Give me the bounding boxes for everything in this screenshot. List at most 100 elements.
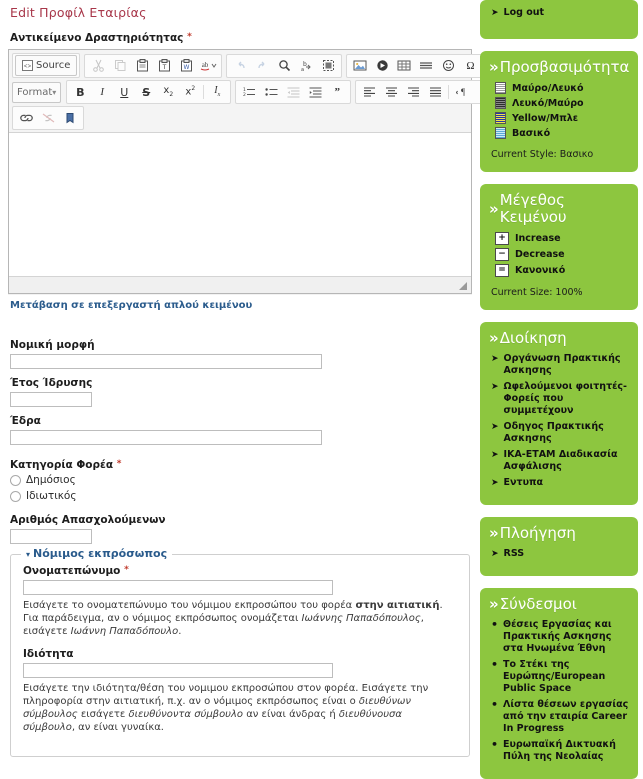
sidebar: ➤ Log out » Προσβασιμότητα Μαύρο/Λευκό Λ… <box>480 0 643 779</box>
horizontal-rule-icon[interactable] <box>415 56 437 76</box>
role-input[interactable] <box>23 663 333 678</box>
copy-icon[interactable] <box>109 56 131 76</box>
table-icon[interactable] <box>393 56 415 76</box>
sidebar-block-links: » Σύνδεσμοι • Θέσεις Εργασίας και Πρακτικ… <box>480 588 638 779</box>
smiley-icon[interactable] <box>437 56 459 76</box>
sidebar-item-guide-label: Οδηγος Πρακτικής Ασκησης <box>503 421 604 444</box>
source-button[interactable]: <> Source <box>15 55 78 76</box>
flash-icon[interactable] <box>371 56 393 76</box>
sidebar-item-guide[interactable]: ➤ Οδηγος Πρακτικής Ασκησης <box>491 421 629 445</box>
external-links-list: • Θέσεις Εργασίας και Πρακτικής Ασκησης σ… <box>489 619 629 763</box>
format-dropdown[interactable]: Format ▾ <box>12 81 62 103</box>
category-label-text: Κατηγορία Φορέα <box>10 459 114 471</box>
sidebar-item-youth-portal[interactable]: • Ευρωπαϊκή Δικτυακή Πύλη της Νεολαίας <box>491 739 629 763</box>
sidebar-block-text-size: » Μέγεθος Κειμένου + Increase − Decrease… <box>480 184 638 310</box>
headquarters-input[interactable] <box>10 430 322 445</box>
double-chevron-icon-4: » <box>489 524 499 542</box>
strikethrough-icon[interactable]: S <box>135 82 157 102</box>
sidebar-item-rss[interactable]: ➤ RSS <box>491 548 629 560</box>
founding-year-input[interactable] <box>10 392 92 407</box>
spellcheck-icon[interactable]: ab <box>197 56 219 76</box>
indent-icon[interactable] <box>304 82 326 102</box>
equals-icon: = <box>495 264 509 277</box>
text-size-decrease[interactable]: − Decrease <box>495 248 629 261</box>
sidebar-block-user: ➤ Log out <box>480 0 638 39</box>
radio-icon-public[interactable] <box>10 474 21 486</box>
category-option-public[interactable]: Δημόσιος <box>10 474 480 486</box>
sidebar-item-logout[interactable]: ➤ Log out <box>491 7 629 19</box>
switch-to-plain-editor-link[interactable]: Μετάβαση σε επεξεργαστή απλού κειμένου <box>10 300 480 311</box>
role-help-text: Εισάγετε την ιδιότητα/θέση του νομιμου ε… <box>23 682 457 734</box>
text-size-normal[interactable]: = Κανονικό <box>495 264 629 277</box>
role-help-part-5: αν είναι άνδρας ή <box>243 709 339 720</box>
sidebar-item-europe-space-label: Το Στέκι της Ευρώπης/European Public Spa… <box>503 659 606 694</box>
italic-icon[interactable]: I <box>91 82 113 102</box>
text-size-increase[interactable]: + Increase <box>495 232 629 245</box>
legal-form-input[interactable] <box>10 354 322 369</box>
paste-icon[interactable] <box>131 56 153 76</box>
cut-icon[interactable] <box>87 56 109 76</box>
full-name-label: Ονοματεπώνυμο * <box>23 565 457 577</box>
toolbar-group-clipboard: T W ab <box>84 53 223 78</box>
a11y-option-black-white[interactable]: Μαύρο/Λευκό <box>495 82 629 94</box>
redo-icon[interactable] <box>251 56 273 76</box>
special-character-icon[interactable]: Ω <box>459 56 481 76</box>
radio-icon-private[interactable] <box>10 490 21 502</box>
sidebar-item-career-in-progress[interactable]: • Λίστα θέσεων εργασίας από την εταιρία C… <box>491 699 629 735</box>
chevron-down-icon: ▾ <box>52 87 57 97</box>
sidebar-item-career-in-progress-label: Λίστα θέσεων εργασίας από την εταιρία Ca… <box>503 699 629 734</box>
align-center-icon[interactable] <box>380 82 402 102</box>
underline-icon[interactable]: U <box>113 82 135 102</box>
sidebar-item-europe-space[interactable]: • Το Στέκι της Ευρώπης/European Public Sp… <box>491 659 629 695</box>
style-swatch-icon-yb <box>495 112 506 124</box>
employees-input[interactable] <box>10 529 92 544</box>
a11y-option-basic[interactable]: Βασικό <box>495 127 629 139</box>
sidebar-item-logout-label: Log out <box>503 7 545 18</box>
bulleted-list-icon[interactable] <box>260 82 282 102</box>
editor-field-label-text: Αντικείμενο Δραστηριότητας <box>10 32 184 44</box>
remove-format-icon[interactable]: Ix <box>206 82 228 102</box>
align-left-icon[interactable] <box>358 82 380 102</box>
a11y-option-yellow-blue[interactable]: Yellow/Μπλε <box>495 112 629 124</box>
sidebar-item-beneficiaries[interactable]: ➤ Ωφελούμενοι φοιτητές-Φορείς που συμμετέ… <box>491 381 629 417</box>
category-label: Κατηγορία Φορέα * <box>10 459 480 471</box>
image-icon[interactable] <box>349 56 371 76</box>
numbered-list-icon[interactable]: 12 <box>238 82 260 102</box>
undo-icon[interactable] <box>229 56 251 76</box>
replace-icon[interactable]: ba <box>295 56 317 76</box>
double-chevron-icon: » <box>489 58 499 76</box>
sidebar-item-ika-etam[interactable]: ➤ ΙΚΑ-ΕΤΑΜ Διαδικασία Ασφάλισης <box>491 449 629 473</box>
paste-from-word-icon[interactable]: W <box>175 56 197 76</box>
minus-icon: − <box>495 248 509 261</box>
a11y-option-white-black[interactable]: Λευκό/Μαύρο <box>495 97 629 109</box>
arrow-right-icon-5: ➤ <box>491 478 499 488</box>
superscript-icon[interactable]: x2 <box>179 82 201 102</box>
select-all-icon[interactable] <box>317 56 339 76</box>
legal-representative-legend-text: Νόμιμος εκπρόσωπος <box>33 547 168 560</box>
editor-content-area[interactable] <box>9 133 471 277</box>
subscript-icon[interactable]: x2 <box>157 82 179 102</box>
text-direction-rtl-icon[interactable]: ¶ <box>451 82 473 102</box>
anchor-icon[interactable] <box>59 108 81 128</box>
sidebar-item-forms[interactable]: ➤ Εντυπα <box>491 477 629 489</box>
plus-icon: + <box>495 232 509 245</box>
legal-representative-legend[interactable]: ▾ Νόμιμος εκπρόσωπος <box>21 547 173 560</box>
outdent-icon[interactable] <box>282 82 304 102</box>
link-icon[interactable] <box>15 108 37 128</box>
unlink-icon[interactable] <box>37 108 59 128</box>
find-icon[interactable] <box>273 56 295 76</box>
toolbar-group-history: ba <box>226 53 343 78</box>
align-right-icon[interactable] <box>402 82 424 102</box>
rich-text-editor: <> Source T W ab b a Ω Format ▾ B I U S … <box>8 49 539 294</box>
bold-icon[interactable]: B <box>69 82 91 102</box>
category-option-private[interactable]: Ιδιωτικός <box>10 490 480 502</box>
paste-text-icon[interactable]: T <box>153 56 175 76</box>
sidebar-item-organization[interactable]: ➤ Οργάνωση Πρακτικής Ασκησης <box>491 353 629 377</box>
justify-icon[interactable] <box>424 82 446 102</box>
editor-resize-handle[interactable] <box>458 281 468 291</box>
full-name-input[interactable] <box>23 580 333 595</box>
page-root: Edit Προφίλ Εταιρίας Αντικείμενο Δραστηρ… <box>0 0 643 779</box>
blockquote-icon[interactable]: ” <box>326 82 348 102</box>
category-required-asterisk: * <box>116 459 122 469</box>
editor-toolbar: <> Source T W ab b a Ω Format ▾ B I U S … <box>9 50 539 133</box>
